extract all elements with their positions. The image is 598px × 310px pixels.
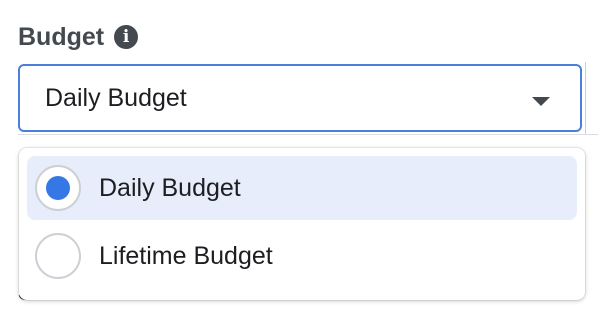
option-lifetime-budget[interactable]: Lifetime Budget bbox=[27, 224, 577, 288]
adjacent-field-edge bbox=[585, 62, 598, 134]
field-divider bbox=[18, 134, 598, 135]
budget-type-select[interactable]: Daily Budget bbox=[18, 64, 582, 132]
budget-dropdown-menu: Daily Budget Lifetime Budget bbox=[19, 148, 585, 300]
option-daily-budget[interactable]: Daily Budget bbox=[27, 156, 577, 220]
budget-select-value: Daily Budget bbox=[45, 83, 187, 112]
budget-label: Budget bbox=[18, 22, 105, 51]
option-label: Daily Budget bbox=[99, 173, 241, 202]
option-label: Lifetime Budget bbox=[99, 241, 273, 270]
budget-label-row: Budget i bbox=[18, 21, 139, 53]
radio-dot bbox=[46, 176, 70, 200]
radio-unchecked-icon[interactable] bbox=[35, 233, 81, 279]
info-icon[interactable]: i bbox=[114, 25, 139, 49]
caret-down-icon[interactable] bbox=[532, 97, 550, 106]
radio-checked-icon[interactable] bbox=[35, 165, 81, 211]
